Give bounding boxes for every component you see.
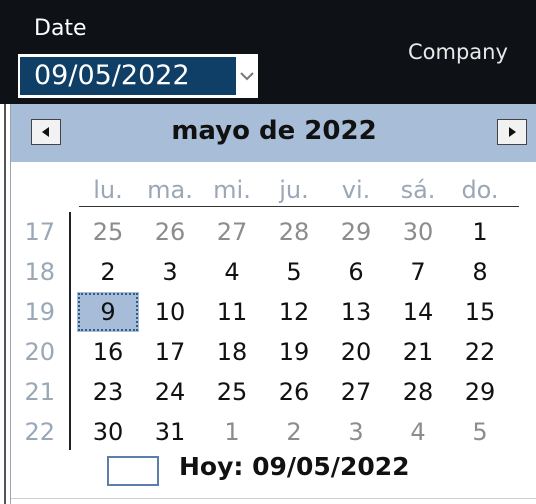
- week-number: 18: [24, 258, 55, 286]
- day-cell[interactable]: 1: [201, 412, 263, 452]
- day-cell[interactable]: 30: [77, 412, 139, 452]
- day-cell[interactable]: 4: [387, 412, 449, 452]
- day-cell[interactable]: 19: [263, 332, 325, 372]
- today-indicator-box[interactable]: [107, 456, 159, 486]
- day-cell[interactable]: 6: [325, 252, 387, 292]
- day-cell[interactable]: 8: [449, 252, 511, 292]
- day-cell[interactable]: 11: [201, 292, 263, 332]
- week-number: 19: [24, 298, 55, 326]
- weekday-header: vi.: [341, 176, 371, 204]
- top-bar: Date Company 09/05/2022: [0, 0, 536, 104]
- day-cell[interactable]: 28: [263, 212, 325, 252]
- day-cell[interactable]: 12: [263, 292, 325, 332]
- day-cell[interactable]: 25: [201, 372, 263, 412]
- day-cell[interactable]: 14: [387, 292, 449, 332]
- day-cell[interactable]: 26: [263, 372, 325, 412]
- day-cell[interactable]: 1: [449, 212, 511, 252]
- day-cell[interactable]: 3: [325, 412, 387, 452]
- week-number: 21: [24, 378, 55, 406]
- day-cell[interactable]: 21: [387, 332, 449, 372]
- month-title: mayo de 2022: [171, 116, 377, 146]
- weekday-header: ju.: [279, 176, 309, 204]
- calendar-header: mayo de 2022: [11, 104, 536, 162]
- day-cell[interactable]: 5: [449, 412, 511, 452]
- day-cell[interactable]: 29: [325, 212, 387, 252]
- day-cell[interactable]: 20: [325, 332, 387, 372]
- weekday-header: lu.: [93, 176, 123, 204]
- triangle-right-icon: [509, 127, 516, 137]
- day-cell[interactable]: 28: [387, 372, 449, 412]
- next-month-button[interactable]: [497, 119, 527, 145]
- day-cell[interactable]: 29: [449, 372, 511, 412]
- day-cell[interactable]: 26: [139, 212, 201, 252]
- weekday-header: do.: [461, 176, 499, 204]
- today-link[interactable]: Hoy: 09/05/2022: [179, 452, 410, 481]
- weekday-header: mi.: [213, 176, 251, 204]
- day-cell[interactable]: 27: [201, 212, 263, 252]
- day-cell[interactable]: 4: [201, 252, 263, 292]
- day-cell[interactable]: 5: [263, 252, 325, 292]
- day-cell[interactable]: 27: [325, 372, 387, 412]
- day-cell[interactable]: 22: [449, 332, 511, 372]
- day-cell[interactable]: 15: [449, 292, 511, 332]
- day-cell[interactable]: 2: [263, 412, 325, 452]
- day-cell[interactable]: 13: [325, 292, 387, 332]
- date-label: Date: [34, 16, 87, 41]
- bottom-divider: [11, 498, 536, 499]
- company-label: Company: [408, 40, 508, 64]
- selected-day-cell[interactable]: 9: [77, 292, 139, 332]
- day-cell[interactable]: 23: [77, 372, 139, 412]
- day-cell[interactable]: 7: [387, 252, 449, 292]
- week-number-divider: [69, 212, 71, 450]
- weekday-header: ma.: [147, 176, 193, 204]
- day-cell[interactable]: 16: [77, 332, 139, 372]
- day-cell[interactable]: 10: [139, 292, 201, 332]
- weekday-divider: [79, 206, 519, 207]
- calendar-popup: mayo de 2022 lu. ma. mi. ju. vi. sá. do.…: [10, 104, 536, 504]
- day-cell[interactable]: 24: [139, 372, 201, 412]
- day-cell[interactable]: 2: [77, 252, 139, 292]
- weekday-header: sá.: [400, 176, 436, 204]
- day-cell[interactable]: 30: [387, 212, 449, 252]
- day-cell[interactable]: 18: [201, 332, 263, 372]
- chevron-down-icon[interactable]: [238, 62, 256, 90]
- window-edge: [4, 104, 6, 504]
- date-value[interactable]: 09/05/2022: [20, 57, 236, 95]
- week-number: 20: [24, 338, 55, 366]
- date-picker-combobox[interactable]: 09/05/2022: [18, 54, 258, 98]
- week-number: 17: [24, 218, 55, 246]
- week-number: 22: [24, 418, 55, 446]
- day-cell[interactable]: 3: [139, 252, 201, 292]
- day-cell[interactable]: 25: [77, 212, 139, 252]
- day-cell[interactable]: 17: [139, 332, 201, 372]
- day-cell[interactable]: 31: [139, 412, 201, 452]
